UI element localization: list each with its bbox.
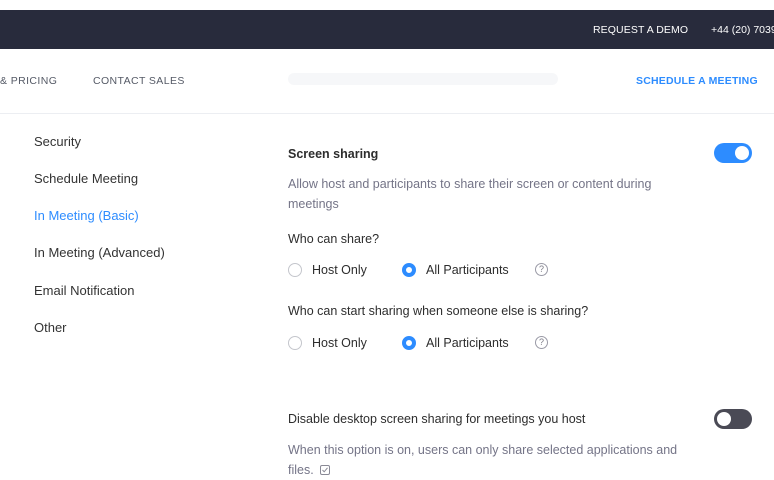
main-nav: & PRICING CONTACT SALES SCHEDULE A MEETI… [0, 49, 774, 114]
screen-sharing-title: Screen sharing [288, 147, 379, 161]
who-can-start-sharing-label: Who can start sharing when someone else … [288, 304, 589, 318]
help-icon[interactable]: ? [535, 263, 548, 276]
who-can-start-host-only-radio[interactable] [288, 336, 302, 350]
toggle-knob [717, 412, 731, 426]
top-bar: REQUEST A DEMO +44 (20) 7039 [0, 10, 774, 49]
sidebar-item-other[interactable]: Other [34, 320, 67, 335]
screen-sharing-description: Allow host and participants to share the… [288, 177, 652, 211]
who-can-start-all-participants-label[interactable]: All Participants [426, 336, 509, 350]
edit-checkbox-icon[interactable] [319, 465, 330, 475]
who-can-share-all-participants-radio[interactable] [402, 263, 416, 277]
screen-sharing-toggle[interactable] [714, 143, 752, 163]
phone-number-link[interactable]: +44 (20) 7039 [711, 24, 774, 36]
nav-schedule-meeting[interactable]: SCHEDULE A MEETING [636, 75, 758, 87]
nav-contact-sales[interactable]: CONTACT SALES [93, 75, 185, 87]
help-icon[interactable]: ? [535, 336, 548, 349]
sidebar-item-in-meeting-basic[interactable]: In Meeting (Basic) [34, 208, 139, 223]
disable-desktop-sharing-description: When this option is on, users can only s… [288, 440, 688, 480]
disable-desktop-description-text: When this option is on, users can only s… [288, 443, 678, 477]
request-demo-link[interactable]: REQUEST A DEMO [593, 24, 688, 36]
disable-desktop-sharing-toggle[interactable] [714, 409, 752, 429]
who-can-share-all-participants-label[interactable]: All Participants [426, 263, 509, 277]
who-can-start-host-only-label[interactable]: Host Only [312, 336, 367, 350]
who-can-share-label: Who can share? [288, 232, 380, 246]
sidebar-item-email-notification[interactable]: Email Notification [34, 283, 134, 298]
sidebar-item-security[interactable]: Security [34, 134, 81, 149]
sidebar-item-in-meeting-advanced[interactable]: In Meeting (Advanced) [34, 245, 165, 260]
toggle-knob [735, 146, 749, 160]
sidebar-item-schedule-meeting[interactable]: Schedule Meeting [34, 171, 138, 186]
who-can-start-all-participants-radio[interactable] [402, 336, 416, 350]
who-can-share-host-only-label[interactable]: Host Only [312, 263, 367, 277]
nav-plans-pricing[interactable]: & PRICING [0, 75, 57, 87]
who-can-share-host-only-radio[interactable] [288, 263, 302, 277]
disable-desktop-sharing-title: Disable desktop screen sharing for meeti… [288, 412, 586, 426]
faded-nav-placeholder [288, 73, 558, 85]
